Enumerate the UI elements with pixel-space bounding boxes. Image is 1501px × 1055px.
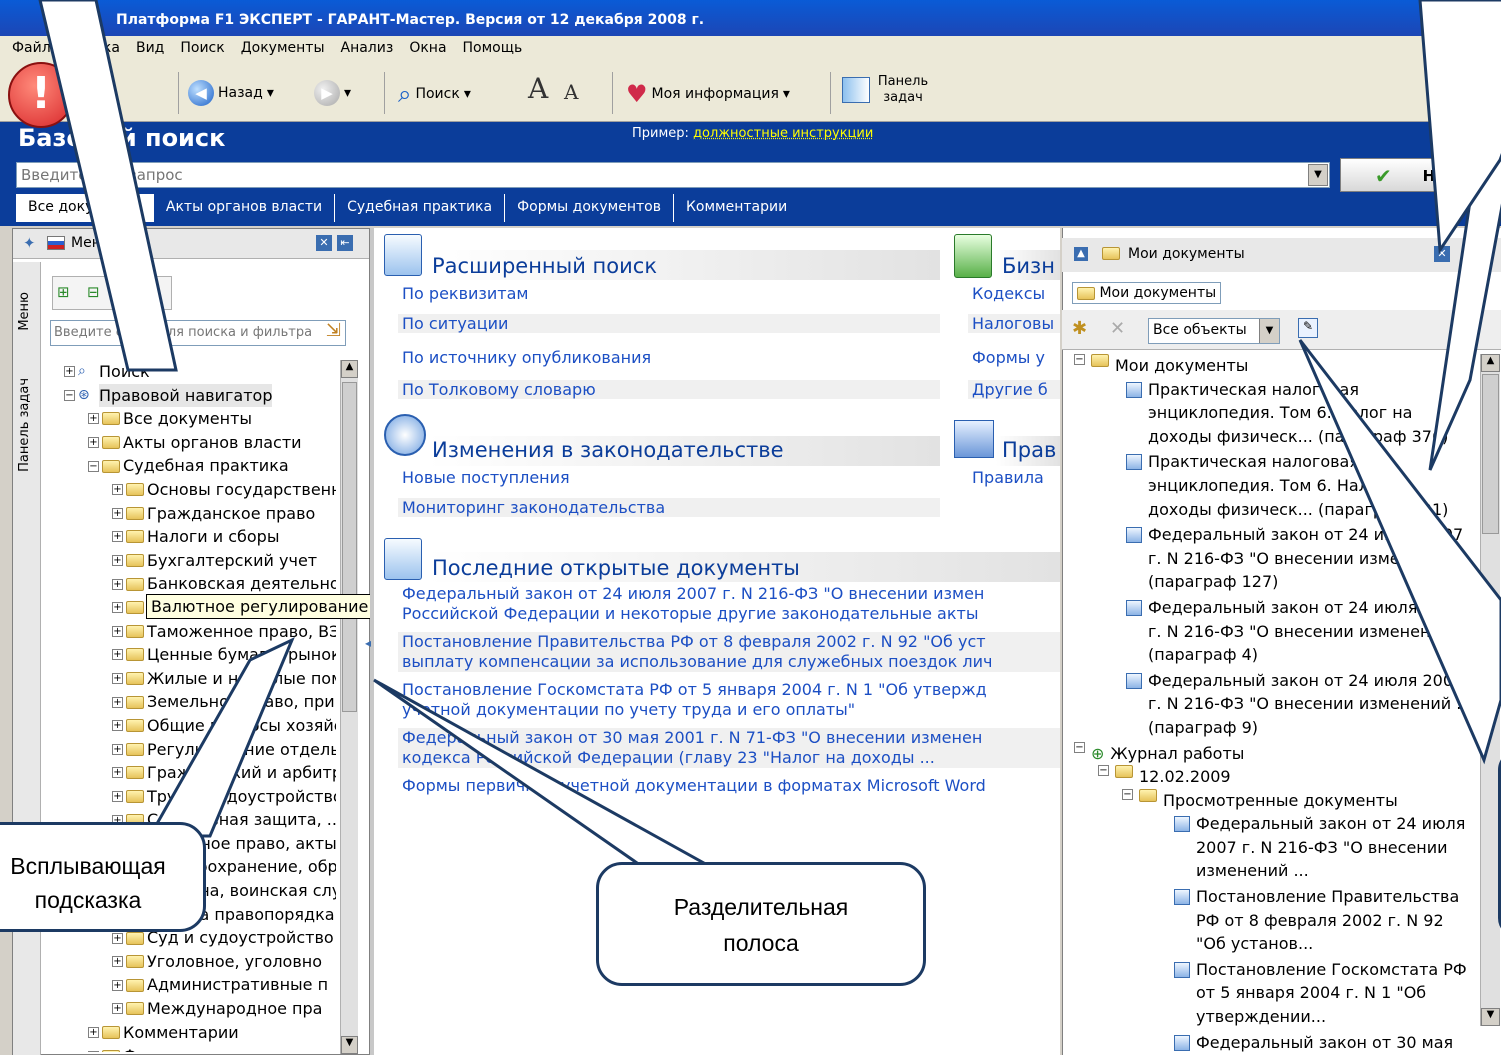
- callout-pointer-divider: [373, 678, 726, 874]
- tooltip-callout-line2: подсказка: [34, 887, 142, 913]
- divider-callout: Разделительная полоса: [596, 862, 926, 986]
- tooltip-callout: Всплывающая подсказка: [0, 822, 206, 932]
- tooltip-callout-line1: Всплывающая: [10, 853, 166, 879]
- callout-pointer-right: [1298, 339, 1501, 765]
- callout-pointer-tooltip: [147, 636, 295, 838]
- divider-callout-line2: полоса: [723, 930, 799, 956]
- callout-pointer-top-left: [38, 0, 178, 372]
- divider-callout-line1: Разделительная: [673, 894, 849, 920]
